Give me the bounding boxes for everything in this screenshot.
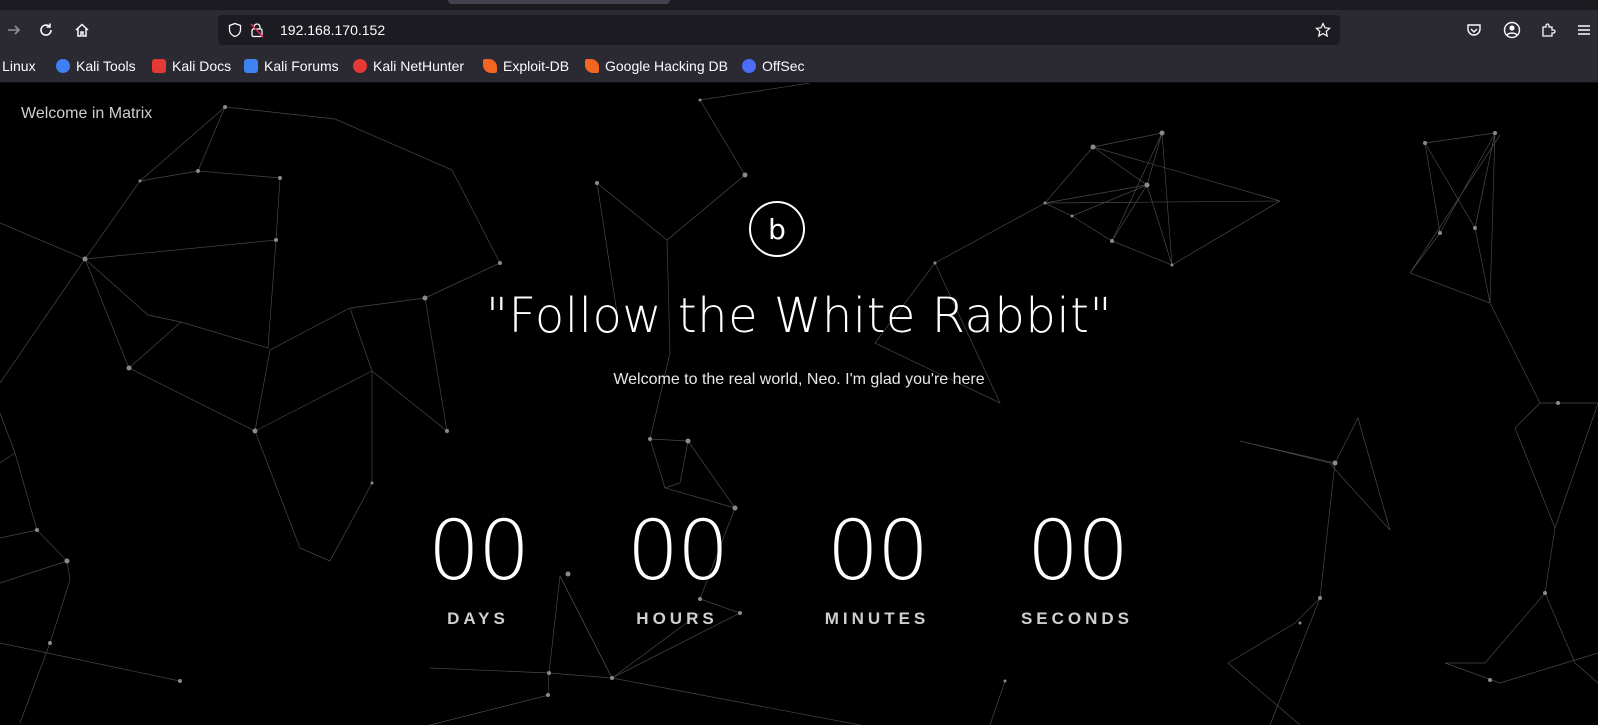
countdown-days-label: DAYS: [447, 609, 509, 628]
kali-docs-icon: [152, 59, 166, 73]
bookmark-star-icon[interactable]: [1314, 21, 1332, 39]
tab-strip: [0, 0, 1598, 10]
account-button[interactable]: [1498, 16, 1526, 44]
url-text[interactable]: 192.168.170.152: [280, 22, 385, 38]
countdown-days-value: 00: [427, 504, 530, 599]
bookmark-google-hacking-db[interactable]: Google Hacking DB: [585, 57, 728, 75]
extensions-button[interactable]: [1534, 16, 1562, 44]
bookmark-kali-docs[interactable]: Kali Docs: [152, 57, 231, 75]
reload-icon: [40, 23, 52, 36]
countdown-timer: 00 DAYS 00 HOURS 00 MINUTES 00 SECONDS: [0, 507, 1598, 629]
countdown-hours-label: HOURS: [636, 609, 718, 628]
bookmarks-toolbar: li Linux Kali Tools Kali Docs Kali Forum…: [0, 50, 1598, 83]
bookmark-label: Kali Forums: [264, 58, 339, 74]
bookmark-label: Google Hacking DB: [605, 58, 728, 74]
offsec-icon: [742, 59, 756, 73]
pocket-button[interactable]: [1460, 16, 1488, 44]
page-headline: "Follow the White Rabbit": [485, 288, 1113, 344]
countdown-seconds: 00 SECONDS: [997, 507, 1157, 629]
hamburger-menu-icon: [1578, 25, 1590, 35]
active-tab[interactable]: [448, 0, 670, 4]
logo-letter: b: [768, 212, 786, 246]
google-hacking-db-icon: [585, 59, 599, 73]
reload-button[interactable]: [32, 16, 60, 44]
page-viewport: Welcome in Matrix b "Follow the White Ra…: [0, 83, 1598, 725]
bookmark-label: Kali Docs: [172, 58, 232, 74]
bookmark-kali-tools[interactable]: Kali Tools: [56, 57, 136, 75]
kali-nethunter-icon: [353, 59, 367, 73]
shield-icon[interactable]: [226, 21, 244, 39]
account-icon: [1503, 21, 1521, 39]
countdown-days: 00 DAYS: [398, 507, 558, 629]
address-bar[interactable]: 192.168.170.152: [218, 15, 1340, 45]
insecure-lock-icon[interactable]: [248, 21, 266, 39]
countdown-hours-value: 00: [626, 504, 729, 599]
bookmark-exploit-db[interactable]: Exploit-DB: [483, 57, 569, 75]
kali-tools-icon: [56, 59, 70, 73]
bookmark-kali-linux[interactable]: li Linux: [0, 57, 36, 75]
countdown-minutes-label: MINUTES: [824, 609, 930, 628]
bookmark-kali-nethunter[interactable]: Kali NetHunter: [353, 57, 464, 75]
bookmark-label: Kali NetHunter: [373, 58, 465, 74]
menu-button[interactable]: [1570, 16, 1598, 44]
bookmark-offsec[interactable]: OffSec: [742, 57, 805, 75]
countdown-seconds-label: SECONDS: [1020, 609, 1134, 628]
site-logo: b: [749, 201, 805, 257]
welcome-text: Welcome in Matrix: [21, 105, 153, 122]
bookmark-label: li Linux: [0, 58, 36, 74]
kali-forums-icon: [244, 59, 258, 73]
countdown-hours: 00 HOURS: [597, 507, 757, 629]
home-icon: [75, 23, 89, 37]
navigation-toolbar: 192.168.170.152: [0, 10, 1598, 50]
countdown-seconds-value: 00: [1026, 504, 1129, 599]
bookmark-kali-forums[interactable]: Kali Forums: [244, 57, 339, 75]
countdown-minutes-value: 00: [826, 504, 929, 599]
exploit-db-icon: [483, 59, 497, 73]
bookmark-label: OffSec: [762, 58, 805, 74]
bookmark-label: Kali Tools: [76, 58, 136, 74]
arrow-right-icon: [8, 25, 21, 35]
puzzle-icon: [1542, 23, 1556, 37]
home-button[interactable]: [68, 16, 96, 44]
forward-button[interactable]: [0, 16, 28, 44]
countdown-minutes: 00 MINUTES: [797, 507, 957, 629]
pocket-icon: [1467, 24, 1481, 36]
page-subheadline: Welcome to the real world, Neo. I'm glad…: [613, 371, 985, 388]
bookmark-label: Exploit-DB: [503, 58, 570, 74]
